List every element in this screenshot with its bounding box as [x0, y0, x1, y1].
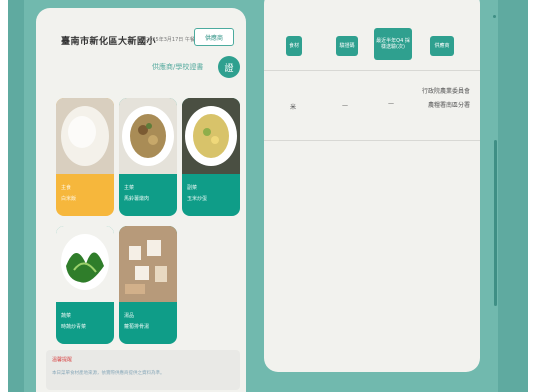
supplier-button[interactable]: 供應商	[194, 28, 234, 46]
menu-card-vegetable[interactable]: 蔬菜 時蔬炒青菜	[56, 226, 114, 344]
card-category: 蔬菜	[61, 313, 72, 319]
card-dish-name: 白米飯	[61, 196, 77, 202]
card-category: 湯品	[124, 313, 135, 319]
app-frame: 臺南市新化區大新國小 2025年3月17日 午餐 供應商 供應商/學校證書 證 …	[8, 0, 528, 392]
card-dish-name: 時蔬炒青菜	[61, 324, 87, 330]
notice-title: 溫馨提醒	[52, 357, 73, 363]
header-code: 驗證碼	[336, 36, 358, 56]
header-supplier: 供應商	[430, 36, 454, 56]
frame-left-edge	[8, 0, 24, 392]
cell-tests: —	[388, 100, 394, 107]
cell-agency: 行政院農業委員會農糧署南區分署	[421, 88, 470, 109]
soup-image	[119, 226, 177, 302]
menu-card-rice[interactable]: 主食 白米飯	[56, 98, 114, 216]
supplier-certificate-link[interactable]: 供應商/學校證書	[152, 62, 203, 72]
scroll-indicator-dot	[493, 15, 496, 18]
ingredient-table-panel: 食材 驗證碼 最近半年Q4 採樣送驗(次) 供應商 米 — — 行政院農業委員會…	[264, 0, 480, 372]
main-dish-image	[119, 98, 177, 174]
notice-box: 溫馨提醒 本日菜單食材產地來源，依實際供應商提供之資料為準。	[46, 350, 240, 390]
menu-panel: 臺南市新化區大新國小 2025年3月17日 午餐 供應商 供應商/學校證書 證 …	[36, 8, 246, 392]
menu-date: 2025年3月17日 午餐	[146, 37, 195, 43]
school-name: 臺南市新化區大新國小	[61, 37, 157, 47]
side-dish-image	[182, 98, 240, 174]
card-category: 主食	[61, 185, 72, 191]
vegetable-image	[56, 226, 114, 302]
card-category: 主菜	[124, 185, 135, 191]
rice-image	[56, 98, 114, 174]
card-dish-name: 蘿蔔排骨湯	[124, 324, 150, 330]
frame-right-edge	[498, 0, 528, 392]
row-divider	[264, 140, 480, 141]
table-header-row: 食材 驗證碼 最近半年Q4 採樣送驗(次) 供應商	[264, 0, 480, 71]
notice-text: 本日菜單食材產地來源，依實際供應商提供之資料為準。	[52, 371, 165, 376]
header-ingredient: 食材	[286, 36, 302, 56]
card-dish-name: 玉米炒蛋	[187, 196, 208, 202]
cell-ingredient: 米	[290, 104, 297, 111]
header-tests: 最近半年Q4 採樣送驗(次)	[374, 28, 412, 60]
card-dish-name: 馬鈴薯燉肉	[124, 196, 150, 202]
vertical-scrollbar[interactable]	[494, 140, 497, 306]
menu-card-soup[interactable]: 湯品 蘿蔔排骨湯	[119, 226, 177, 344]
menu-card-side[interactable]: 副菜 玉米炒蛋	[182, 98, 240, 216]
menu-card-main[interactable]: 主菜 馬鈴薯燉肉	[119, 98, 177, 216]
cell-code: —	[342, 102, 348, 109]
card-category: 副菜	[187, 185, 198, 191]
certificate-round-button[interactable]: 證	[218, 56, 240, 78]
